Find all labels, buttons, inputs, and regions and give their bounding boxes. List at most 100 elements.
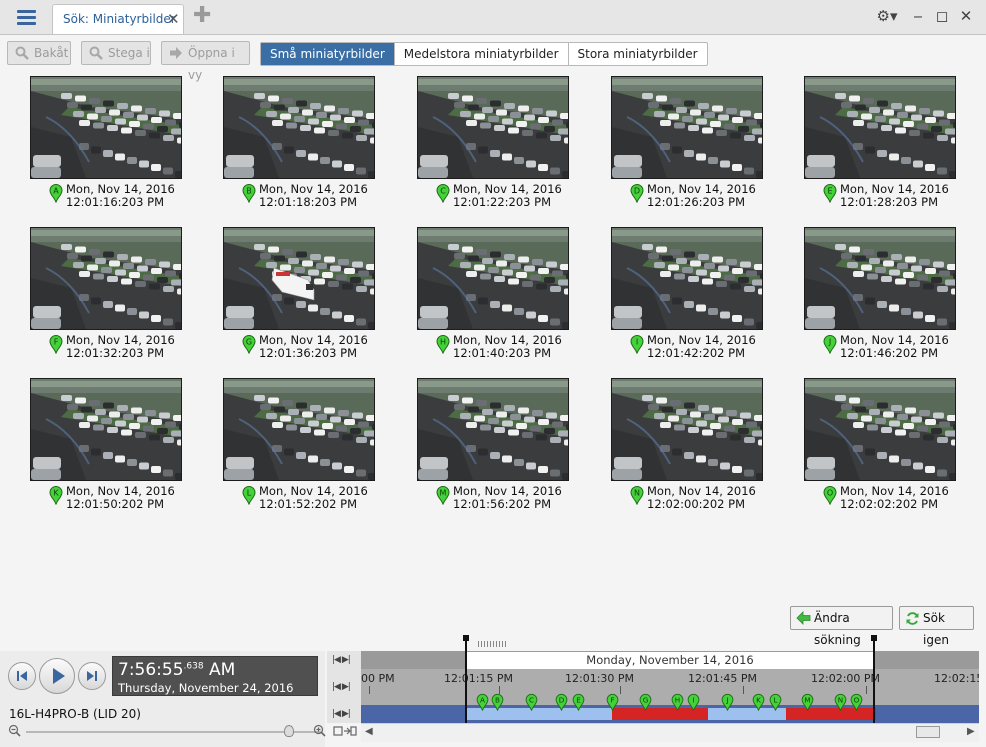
thumbnail-image[interactable] — [223, 378, 375, 481]
close-window-icon[interactable]: ✕ — [956, 7, 976, 25]
tab-search-thumbnails[interactable]: Sök: Miniatyrbilder ✕ — [52, 4, 184, 34]
scroll-right-icon[interactable]: ▶ — [967, 726, 975, 737]
previous-frame-button[interactable] — [8, 662, 36, 690]
thumbnail-time: 12:02:02:202 PM — [840, 497, 938, 511]
next-frame-button[interactable] — [78, 662, 106, 690]
timeline-marker-icon: H — [671, 693, 684, 711]
timeline-marker[interactable]: E — [572, 693, 585, 711]
svg-text:H: H — [440, 338, 446, 347]
timeline-marker[interactable]: K — [752, 693, 765, 711]
minimize-icon[interactable]: ‒ — [908, 7, 928, 25]
thumbnail-image[interactable] — [611, 378, 763, 481]
location-marker-icon: J — [823, 335, 837, 354]
thumbnail-time: 12:01:36:203 PM — [259, 346, 357, 360]
open-in-view-button[interactable]: Öppna i vy — [161, 41, 250, 82]
svg-text:L: L — [247, 489, 252, 498]
timeline-marker[interactable]: O — [850, 693, 863, 711]
location-marker-icon: D — [630, 184, 644, 203]
add-tab-icon[interactable]: ✚ — [193, 3, 211, 28]
search-again-label: Sök igen — [923, 611, 949, 647]
small-thumbnails-option[interactable]: Små miniatyrbilder — [261, 43, 395, 65]
location-marker-icon: K — [49, 486, 63, 505]
fit-range-icon[interactable] — [333, 725, 357, 737]
large-thumbnails-option[interactable]: Stora miniatyrbilder — [569, 43, 707, 65]
time-ampm: AM — [209, 660, 236, 680]
thumbnail-image[interactable] — [417, 378, 569, 481]
search-icon — [15, 46, 29, 60]
zoom-out-icon[interactable] — [8, 724, 22, 738]
svg-text:F: F — [54, 338, 59, 347]
timeline-marker[interactable]: I — [687, 693, 700, 711]
thumbnail-time: 12:01:56:202 PM — [453, 497, 551, 511]
play-button[interactable] — [39, 658, 75, 694]
thumbnail-image[interactable] — [804, 227, 956, 330]
thumbnail-image[interactable] — [30, 76, 182, 179]
timeline-marker[interactable]: M — [801, 693, 814, 711]
thumbnail-image[interactable] — [30, 378, 182, 481]
timeline-marker[interactable]: F — [606, 693, 619, 711]
range-start-handle[interactable] — [465, 637, 467, 723]
svg-text:I: I — [636, 338, 638, 347]
thumbnail-image[interactable] — [611, 76, 763, 179]
timeline-marker[interactable]: A — [476, 693, 489, 711]
timeline-marker[interactable]: L — [769, 693, 782, 711]
thumbnail-image[interactable] — [804, 378, 956, 481]
search-again-button[interactable]: Sök igen — [899, 606, 974, 647]
timeline-grip-handle[interactable] — [478, 641, 508, 647]
thumbnail-image[interactable] — [417, 76, 569, 179]
timeline-marker[interactable]: J — [721, 693, 734, 711]
timeline-start-icon[interactable]: |◀ ▶| — [332, 655, 351, 665]
location-marker-icon: A — [49, 184, 63, 203]
timeline-tick-label: 00 PM — [361, 672, 395, 685]
time-milliseconds: .638 — [183, 661, 204, 672]
current-date: Thursday, November 24, 2016 — [118, 681, 294, 695]
zoom-slider-handle[interactable] — [284, 725, 294, 737]
time-value: 7:56:55 — [118, 660, 184, 680]
zoom-in-icon[interactable] — [313, 724, 327, 738]
thumbnail-image[interactable] — [804, 76, 956, 179]
svg-text:D: D — [634, 187, 640, 196]
maximize-icon[interactable]: ◻ — [932, 7, 952, 25]
scroll-left-icon[interactable]: ◀ — [365, 726, 373, 737]
svg-text:M: M — [440, 489, 447, 498]
svg-text:E: E — [827, 187, 832, 196]
timeline-step-icon[interactable]: |◀ ▶| — [332, 682, 351, 692]
svg-text:C: C — [529, 695, 534, 704]
step-button[interactable]: Stega i — [81, 41, 151, 65]
thumbnail-time: 12:01:28:203 PM — [840, 195, 938, 209]
thumbnail-image[interactable] — [611, 227, 763, 330]
timeline-end-icon[interactable]: |◀ ▶| — [332, 709, 351, 719]
timeline-marker[interactable]: G — [639, 693, 652, 711]
timeline-marker[interactable]: C — [525, 693, 538, 711]
settings-icon[interactable]: ⚙▾ — [874, 7, 900, 25]
timeline-tick-mark — [369, 686, 370, 694]
range-end-handle[interactable] — [873, 637, 875, 723]
thumbnail-image[interactable] — [30, 227, 182, 330]
timeline-scrollbar[interactable]: ◀ ▶ — [361, 723, 979, 742]
close-tab-icon[interactable]: ✕ — [167, 10, 180, 28]
scrollbar-thumb[interactable] — [916, 726, 940, 738]
timeline-tick-label: 12:02:15 — [934, 672, 979, 685]
svg-text:K: K — [53, 489, 59, 498]
thumbnail-time: 12:01:40:203 PM — [453, 346, 551, 360]
thumbnail-image[interactable] — [223, 76, 375, 179]
change-search-button[interactable]: Ändra sökning — [790, 606, 893, 647]
thumbnail-image[interactable] — [223, 227, 375, 330]
timeline-marker-icon: B — [491, 693, 504, 711]
menu-icon[interactable] — [8, 6, 38, 28]
medium-thumbnails-option[interactable]: Medelstora miniatyrbilder — [395, 43, 569, 65]
timeline-marker[interactable]: H — [671, 693, 684, 711]
timeline-marker-icon: K — [752, 693, 765, 711]
thumbnail-time: 12:01:32:203 PM — [66, 346, 164, 360]
back-button[interactable]: Bakåt — [7, 41, 71, 65]
timeline-marker[interactable]: N — [834, 693, 847, 711]
thumbnail-image[interactable] — [417, 227, 569, 330]
timeline-marker-icon: J — [721, 693, 734, 711]
svg-text:H: H — [675, 695, 680, 704]
timeline-marker[interactable]: D — [555, 693, 568, 711]
svg-text:A: A — [480, 695, 485, 704]
timeline-marker[interactable]: B — [491, 693, 504, 711]
timeline-selection[interactable] — [463, 635, 877, 723]
timeline-marker-icon: G — [639, 693, 652, 711]
zoom-slider-track[interactable] — [26, 731, 321, 733]
